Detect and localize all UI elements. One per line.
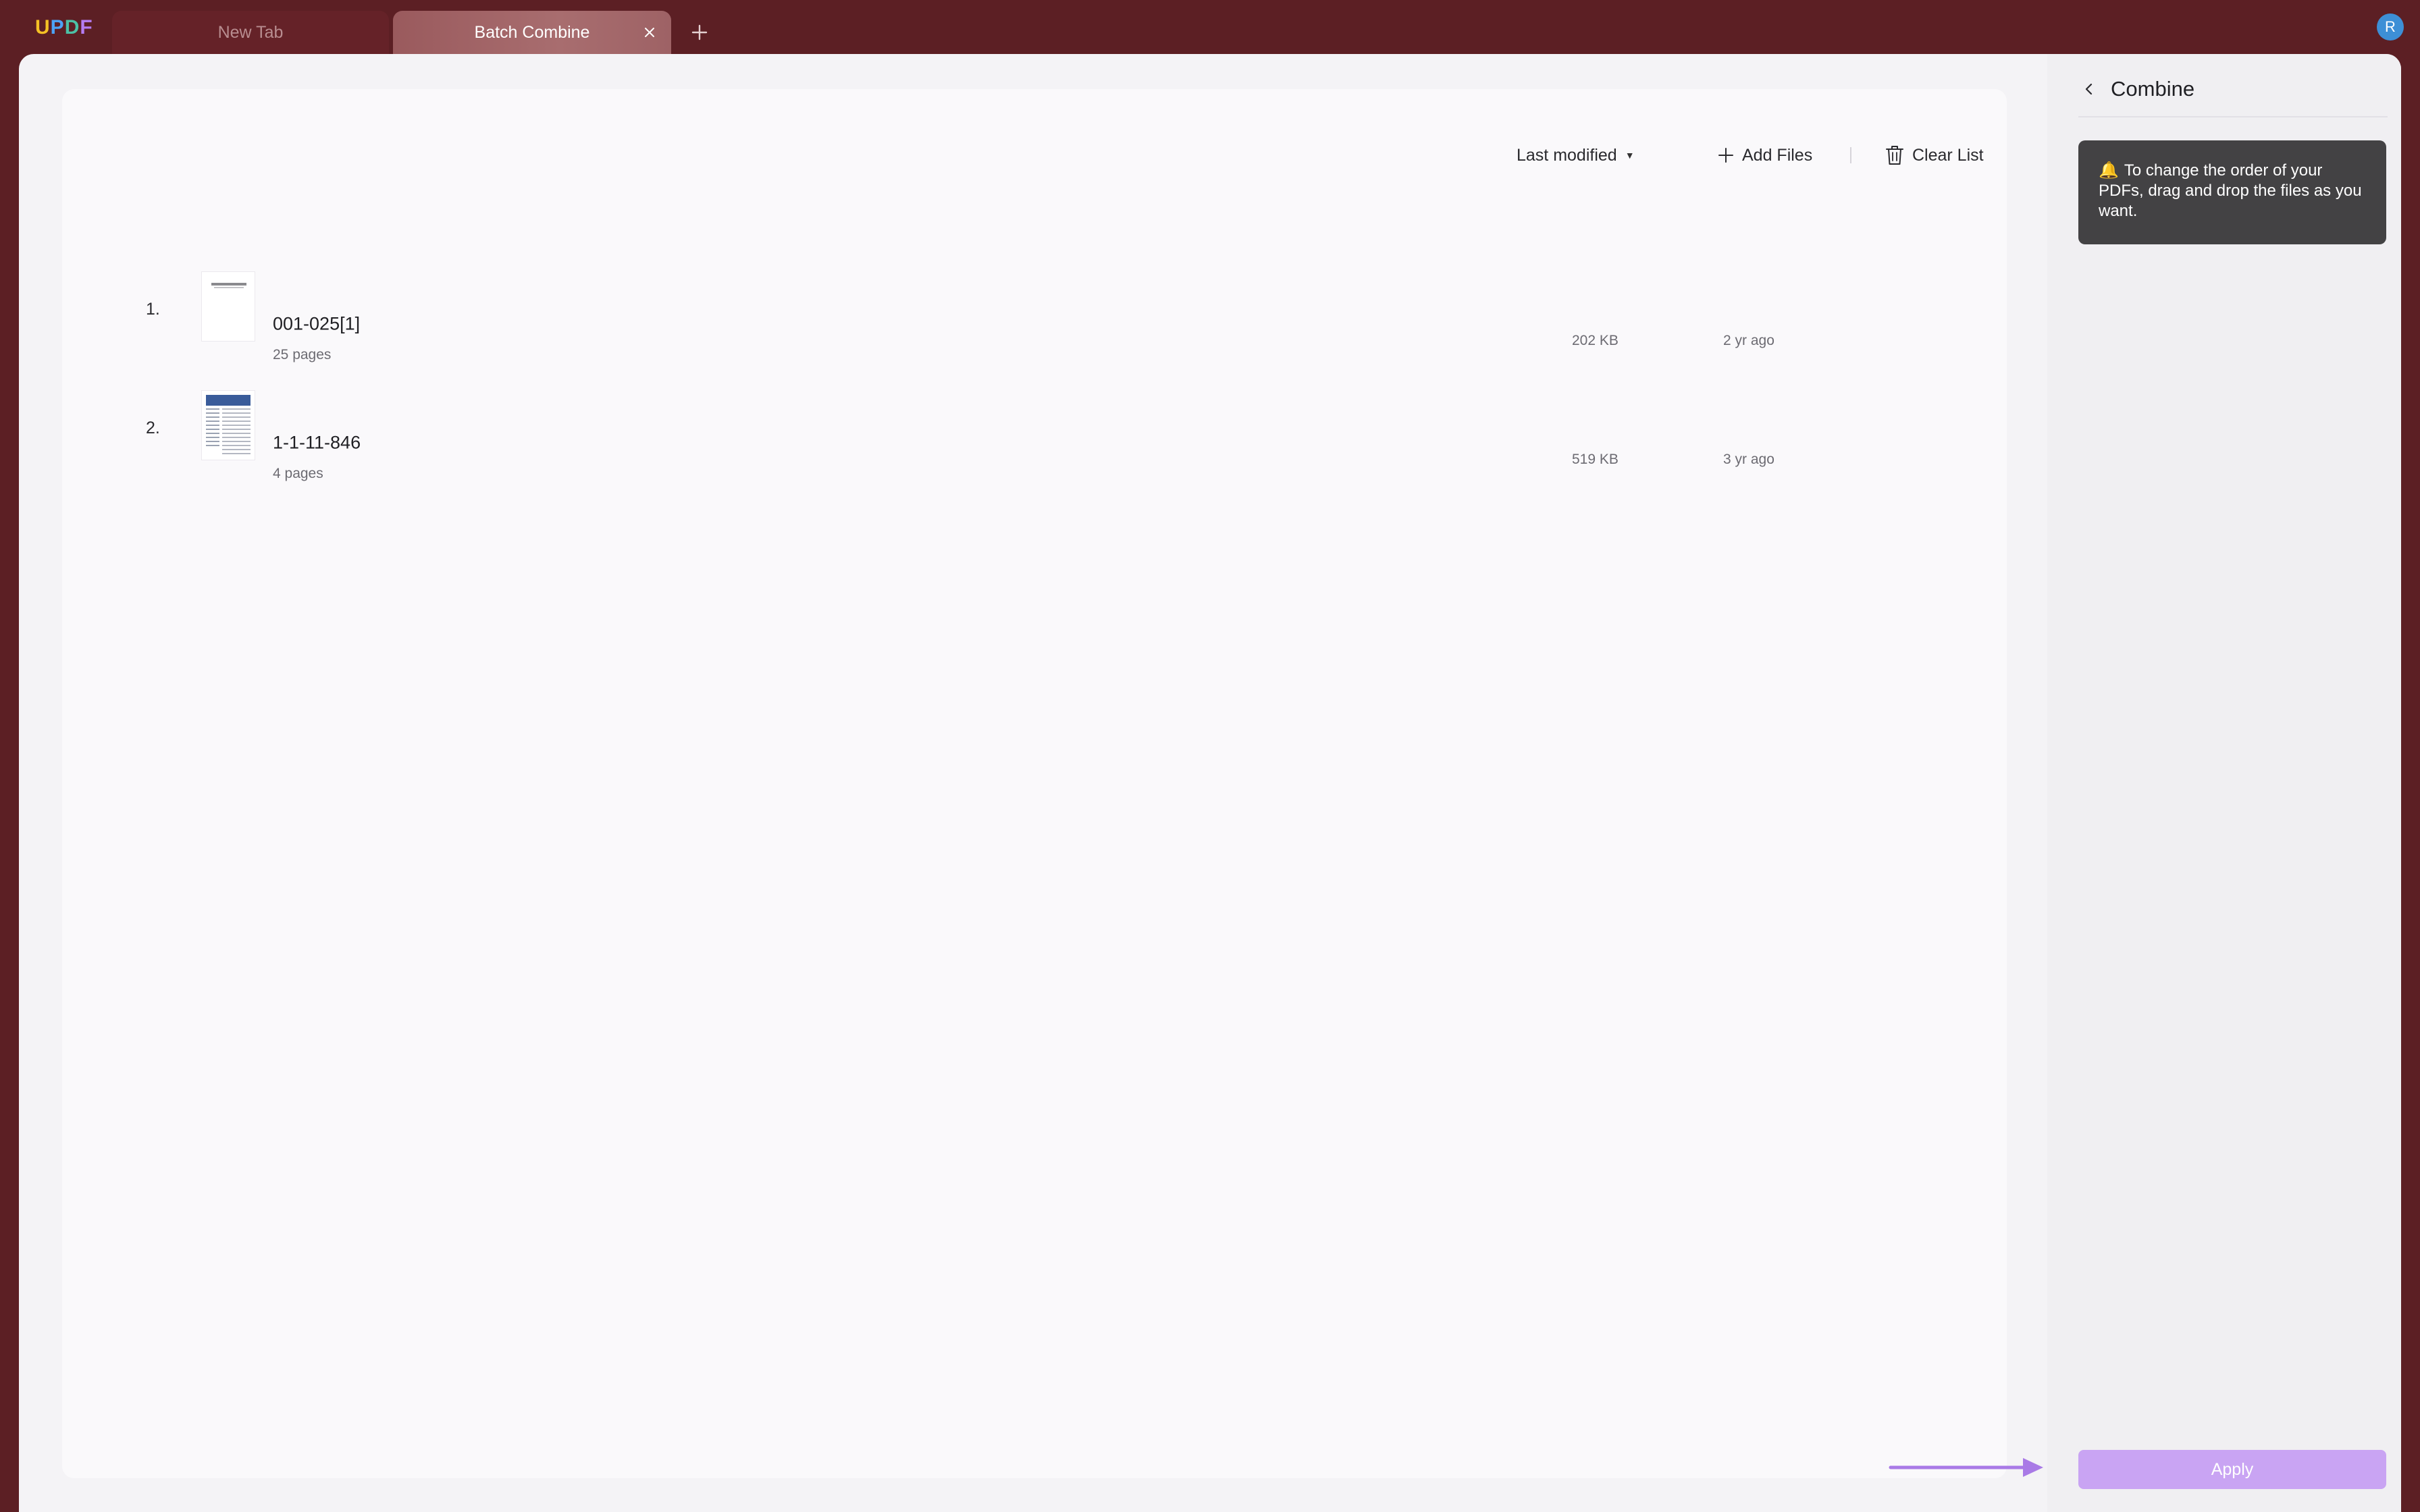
apply-button[interactable]: Apply (2078, 1450, 2386, 1489)
file-page-count: 25 pages (273, 347, 332, 362)
apply-label: Apply (2211, 1459, 2254, 1479)
add-files-label: Add Files (1742, 145, 1813, 165)
file-modified: 3 yr ago (1723, 452, 1774, 467)
trash-icon (1886, 146, 1903, 165)
add-files-button[interactable]: Add Files (1718, 143, 1812, 167)
file-index: 2. (146, 418, 160, 437)
file-name: 001-025[1] (273, 313, 361, 334)
file-list-item[interactable]: 1. 001-025[1] 25 pages 202 KB 2 yr ago (62, 256, 2007, 362)
add-tab-icon[interactable] (686, 19, 713, 46)
toolbar-divider (1850, 147, 1851, 163)
arrow-right-icon (1889, 1458, 2043, 1477)
sort-dropdown[interactable]: Last modified ▼ (1517, 143, 1635, 167)
updf-logo: UPDF (35, 16, 93, 38)
file-list-item[interactable]: 2. 1-1-11-846 4 pages 519 KB 3 yr ago (62, 375, 2007, 481)
tip-text: To change the order of your PDFs, drag a… (2099, 161, 2362, 220)
main-window: Last modified ▼ Add Files Clear List 1. (19, 54, 2401, 1512)
file-thumbnail (201, 390, 255, 460)
panel-header: Combine (2078, 73, 2194, 105)
close-icon[interactable] (639, 22, 660, 43)
tab-batch-combine[interactable]: Batch Combine (393, 11, 671, 54)
title-bar: UPDF New Tab Batch Combine R (0, 0, 2420, 54)
file-size: 202 KB (1572, 333, 1619, 348)
panel-title: Combine (2111, 77, 2195, 101)
divider (2078, 116, 2388, 117)
tab-new-tab[interactable]: New Tab (112, 11, 389, 54)
file-name: 1-1-11-846 (273, 432, 361, 453)
file-size: 519 KB (1572, 452, 1619, 467)
file-modified: 2 yr ago (1723, 333, 1774, 348)
chevron-left-icon[interactable] (2078, 78, 2100, 100)
file-page-count: 4 pages (273, 466, 323, 481)
clear-list-button[interactable]: Clear List (1885, 143, 1984, 167)
avatar[interactable]: R (2377, 14, 2404, 40)
caret-down-icon: ▼ (1625, 150, 1635, 161)
file-thumbnail (201, 271, 255, 342)
sort-label: Last modified (1517, 145, 1617, 165)
clear-list-label: Clear List (1912, 145, 1984, 165)
tab-label: Batch Combine (474, 22, 590, 42)
file-index: 1. (146, 300, 160, 319)
reorder-tip: 🔔 To change the order of your PDFs, drag … (2078, 140, 2386, 244)
tab-label: New Tab (217, 22, 284, 42)
avatar-initial: R (2385, 18, 2396, 35)
file-list-panel: Last modified ▼ Add Files Clear List 1. (62, 89, 2007, 1478)
bell-icon: 🔔 (2099, 161, 2119, 180)
plus-icon (1718, 148, 1733, 163)
combine-panel: Combine 🔔 To change the order of your PDF… (2047, 54, 2401, 1512)
